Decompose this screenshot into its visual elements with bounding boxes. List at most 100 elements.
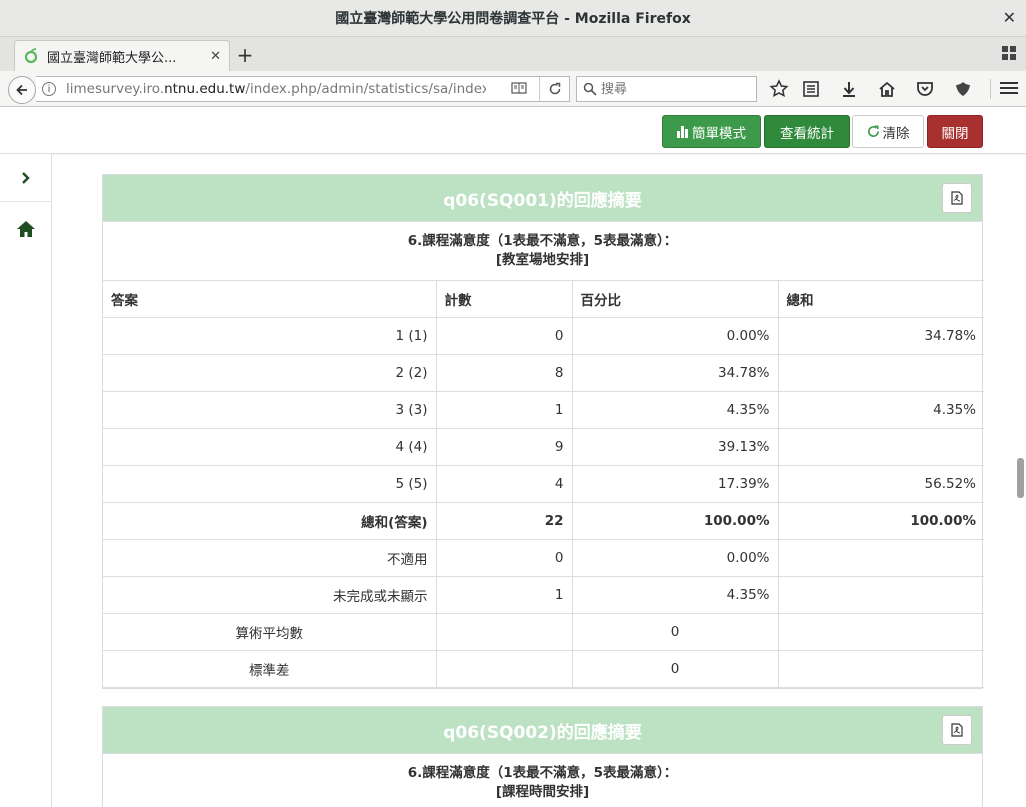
search-icon xyxy=(583,82,597,96)
incomplete-count: 1 xyxy=(435,576,573,614)
url-text[interactable]: limesurvey.iro.ntnu.edu.tw/index.php/adm… xyxy=(66,81,486,97)
chevron-right-icon xyxy=(21,171,30,184)
stddev-label: 標準差 xyxy=(103,650,437,688)
simple-mode-button[interactable]: 簡單模式 xyxy=(662,115,761,148)
new-tab-button[interactable]: + xyxy=(234,43,256,67)
reload-icon xyxy=(549,82,560,95)
percentage-cell: 0.00% xyxy=(571,317,779,355)
bookmark-star-icon[interactable] xyxy=(768,79,790,99)
count-cell: 8 xyxy=(435,354,573,392)
site-info-icon[interactable]: i xyxy=(42,82,56,96)
reader-view-icon[interactable] xyxy=(511,81,527,95)
extension-icon[interactable] xyxy=(952,79,974,99)
not-applicable-percentage: 0.00% xyxy=(571,539,779,577)
table-row: 2 (2) 8 34.78% xyxy=(103,354,984,392)
response-summary-panel: q06(SQ001)的回應摘要 6.課程滿意度（1表最不滿意，5表最滿意）： [… xyxy=(102,174,984,689)
panel-title: q06(SQ001)的回應摘要 xyxy=(443,190,642,211)
statistics-toolbar: 簡單模式 查看統計 清除 關閉 xyxy=(0,108,1026,154)
clear-button[interactable]: 清除 xyxy=(852,115,924,148)
sum-cell xyxy=(777,428,984,466)
stddev-value: 0 xyxy=(571,650,779,688)
percentage-cell: 34.78% xyxy=(571,354,779,392)
count-cell: 4 xyxy=(435,465,573,503)
mean-label: 算術平均數 xyxy=(103,613,437,651)
question-line: 6.課程滿意度（1表最不滿意，5表最滿意）： xyxy=(407,233,678,249)
refresh-icon xyxy=(867,125,879,137)
back-button[interactable] xyxy=(8,76,36,104)
download-icon[interactable] xyxy=(838,79,860,99)
percentage-cell: 17.39% xyxy=(571,465,779,503)
panel-header: q06(SQ001)的回應摘要 xyxy=(103,175,982,221)
empty-cell xyxy=(777,613,984,651)
question-text: 6.課程滿意度（1表最不滿意，5表最滿意）： [課程時間安排] xyxy=(103,753,982,807)
table-row: 1 (1) 0 0.00% 34.78% xyxy=(103,317,984,355)
page-scrollbar-thumb[interactable] xyxy=(1017,458,1024,498)
total-percentage: 100.00% xyxy=(571,502,779,540)
search-input[interactable] xyxy=(601,81,751,97)
answer-cell: 2 (2) xyxy=(103,354,437,392)
home-icon[interactable] xyxy=(876,79,898,99)
table-row: 5 (5) 4 17.39% 56.52% xyxy=(103,465,984,503)
reload-button[interactable] xyxy=(539,77,569,101)
question-line: 6.課程滿意度（1表最不滿意，5表最滿意）： xyxy=(407,765,678,781)
answer-cell: 1 (1) xyxy=(103,317,437,355)
empty-cell xyxy=(435,613,573,651)
sum-cell: 4.35% xyxy=(777,391,984,429)
total-sum: 100.00% xyxy=(777,502,984,540)
page-content: 簡單模式 查看統計 清除 關閉 q06(SQ001)的回應摘要 6.課程滿意度（… xyxy=(0,108,1026,807)
search-bar[interactable] xyxy=(576,76,757,102)
export-pdf-button[interactable] xyxy=(942,715,972,745)
window-title: 國立臺灣師範大學公用問卷調查平台 - Mozilla Firefox xyxy=(335,11,691,27)
simple-mode-label: 簡單模式 xyxy=(692,125,746,142)
sidebar xyxy=(0,154,52,807)
panel-title: q06(SQ002)的回應摘要 xyxy=(443,722,642,743)
tab-close-icon[interactable]: ✕ xyxy=(210,49,221,64)
incomplete-percentage: 4.35% xyxy=(571,576,779,614)
question-subquestion: [教室場地安排] xyxy=(495,252,590,268)
percentage-cell: 39.13% xyxy=(571,428,779,466)
browser-tab[interactable]: 國立臺灣師範大學公... ✕ xyxy=(14,40,230,71)
clear-label: 清除 xyxy=(882,125,910,142)
column-header-sum: 總和 xyxy=(777,280,984,318)
not-applicable-row: 不適用 0 0.00% xyxy=(103,539,984,577)
percentage-cell: 4.35% xyxy=(571,391,779,429)
url-bar[interactable]: i limesurvey.iro.ntnu.edu.tw/index.php/a… xyxy=(36,76,570,102)
not-applicable-count: 0 xyxy=(435,539,573,577)
sidebar-home-button[interactable] xyxy=(0,214,51,244)
limesurvey-favicon-icon xyxy=(24,48,38,64)
view-statistics-label: 查看統計 xyxy=(780,125,834,142)
panel-header: q06(SQ002)的回應摘要 xyxy=(103,707,982,753)
mean-value: 0 xyxy=(571,613,779,651)
export-pdf-button[interactable] xyxy=(942,183,972,213)
table-row: 4 (4) 9 39.13% xyxy=(103,428,984,466)
answer-cell: 4 (4) xyxy=(103,428,437,466)
incomplete-row: 未完成或未顯示 1 4.35% xyxy=(103,576,984,614)
mean-row: 算術平均數 0 xyxy=(103,613,984,651)
pocket-icon[interactable] xyxy=(914,79,936,99)
reading-list-icon[interactable] xyxy=(800,79,822,99)
empty-cell xyxy=(777,539,984,577)
empty-cell xyxy=(777,576,984,614)
answer-cell: 3 (3) xyxy=(103,391,437,429)
column-header-percentage: 百分比 xyxy=(571,280,779,318)
sum-cell xyxy=(777,354,984,392)
tab-overview-icon[interactable] xyxy=(1002,46,1016,60)
toolbar-divider xyxy=(990,79,991,99)
tab-bar: 國立臺灣師範大學公... ✕ + xyxy=(0,37,1026,71)
window-close-icon[interactable]: ✕ xyxy=(1003,8,1016,27)
question-text: 6.課程滿意度（1表最不滿意，5表最滿意）： [教室場地安排] xyxy=(103,221,982,280)
column-header-answer: 答案 xyxy=(103,280,437,318)
window-titlebar: 國立臺灣師範大學公用問卷調查平台 - Mozilla Firefox ✕ xyxy=(0,0,1026,37)
sum-cell: 56.52% xyxy=(777,465,984,503)
close-button[interactable]: 關閉 xyxy=(927,115,983,148)
view-statistics-button[interactable]: 查看統計 xyxy=(764,115,850,148)
count-cell: 9 xyxy=(435,428,573,466)
total-label: 總和(答案) xyxy=(103,502,437,540)
count-cell: 0 xyxy=(435,317,573,355)
home-icon xyxy=(16,221,35,237)
menu-icon[interactable] xyxy=(1000,79,1018,97)
column-header-count: 計數 xyxy=(435,280,573,318)
sidebar-toggle-button[interactable] xyxy=(0,154,51,202)
incomplete-label: 未完成或未顯示 xyxy=(103,576,437,614)
total-count: 22 xyxy=(435,502,573,540)
